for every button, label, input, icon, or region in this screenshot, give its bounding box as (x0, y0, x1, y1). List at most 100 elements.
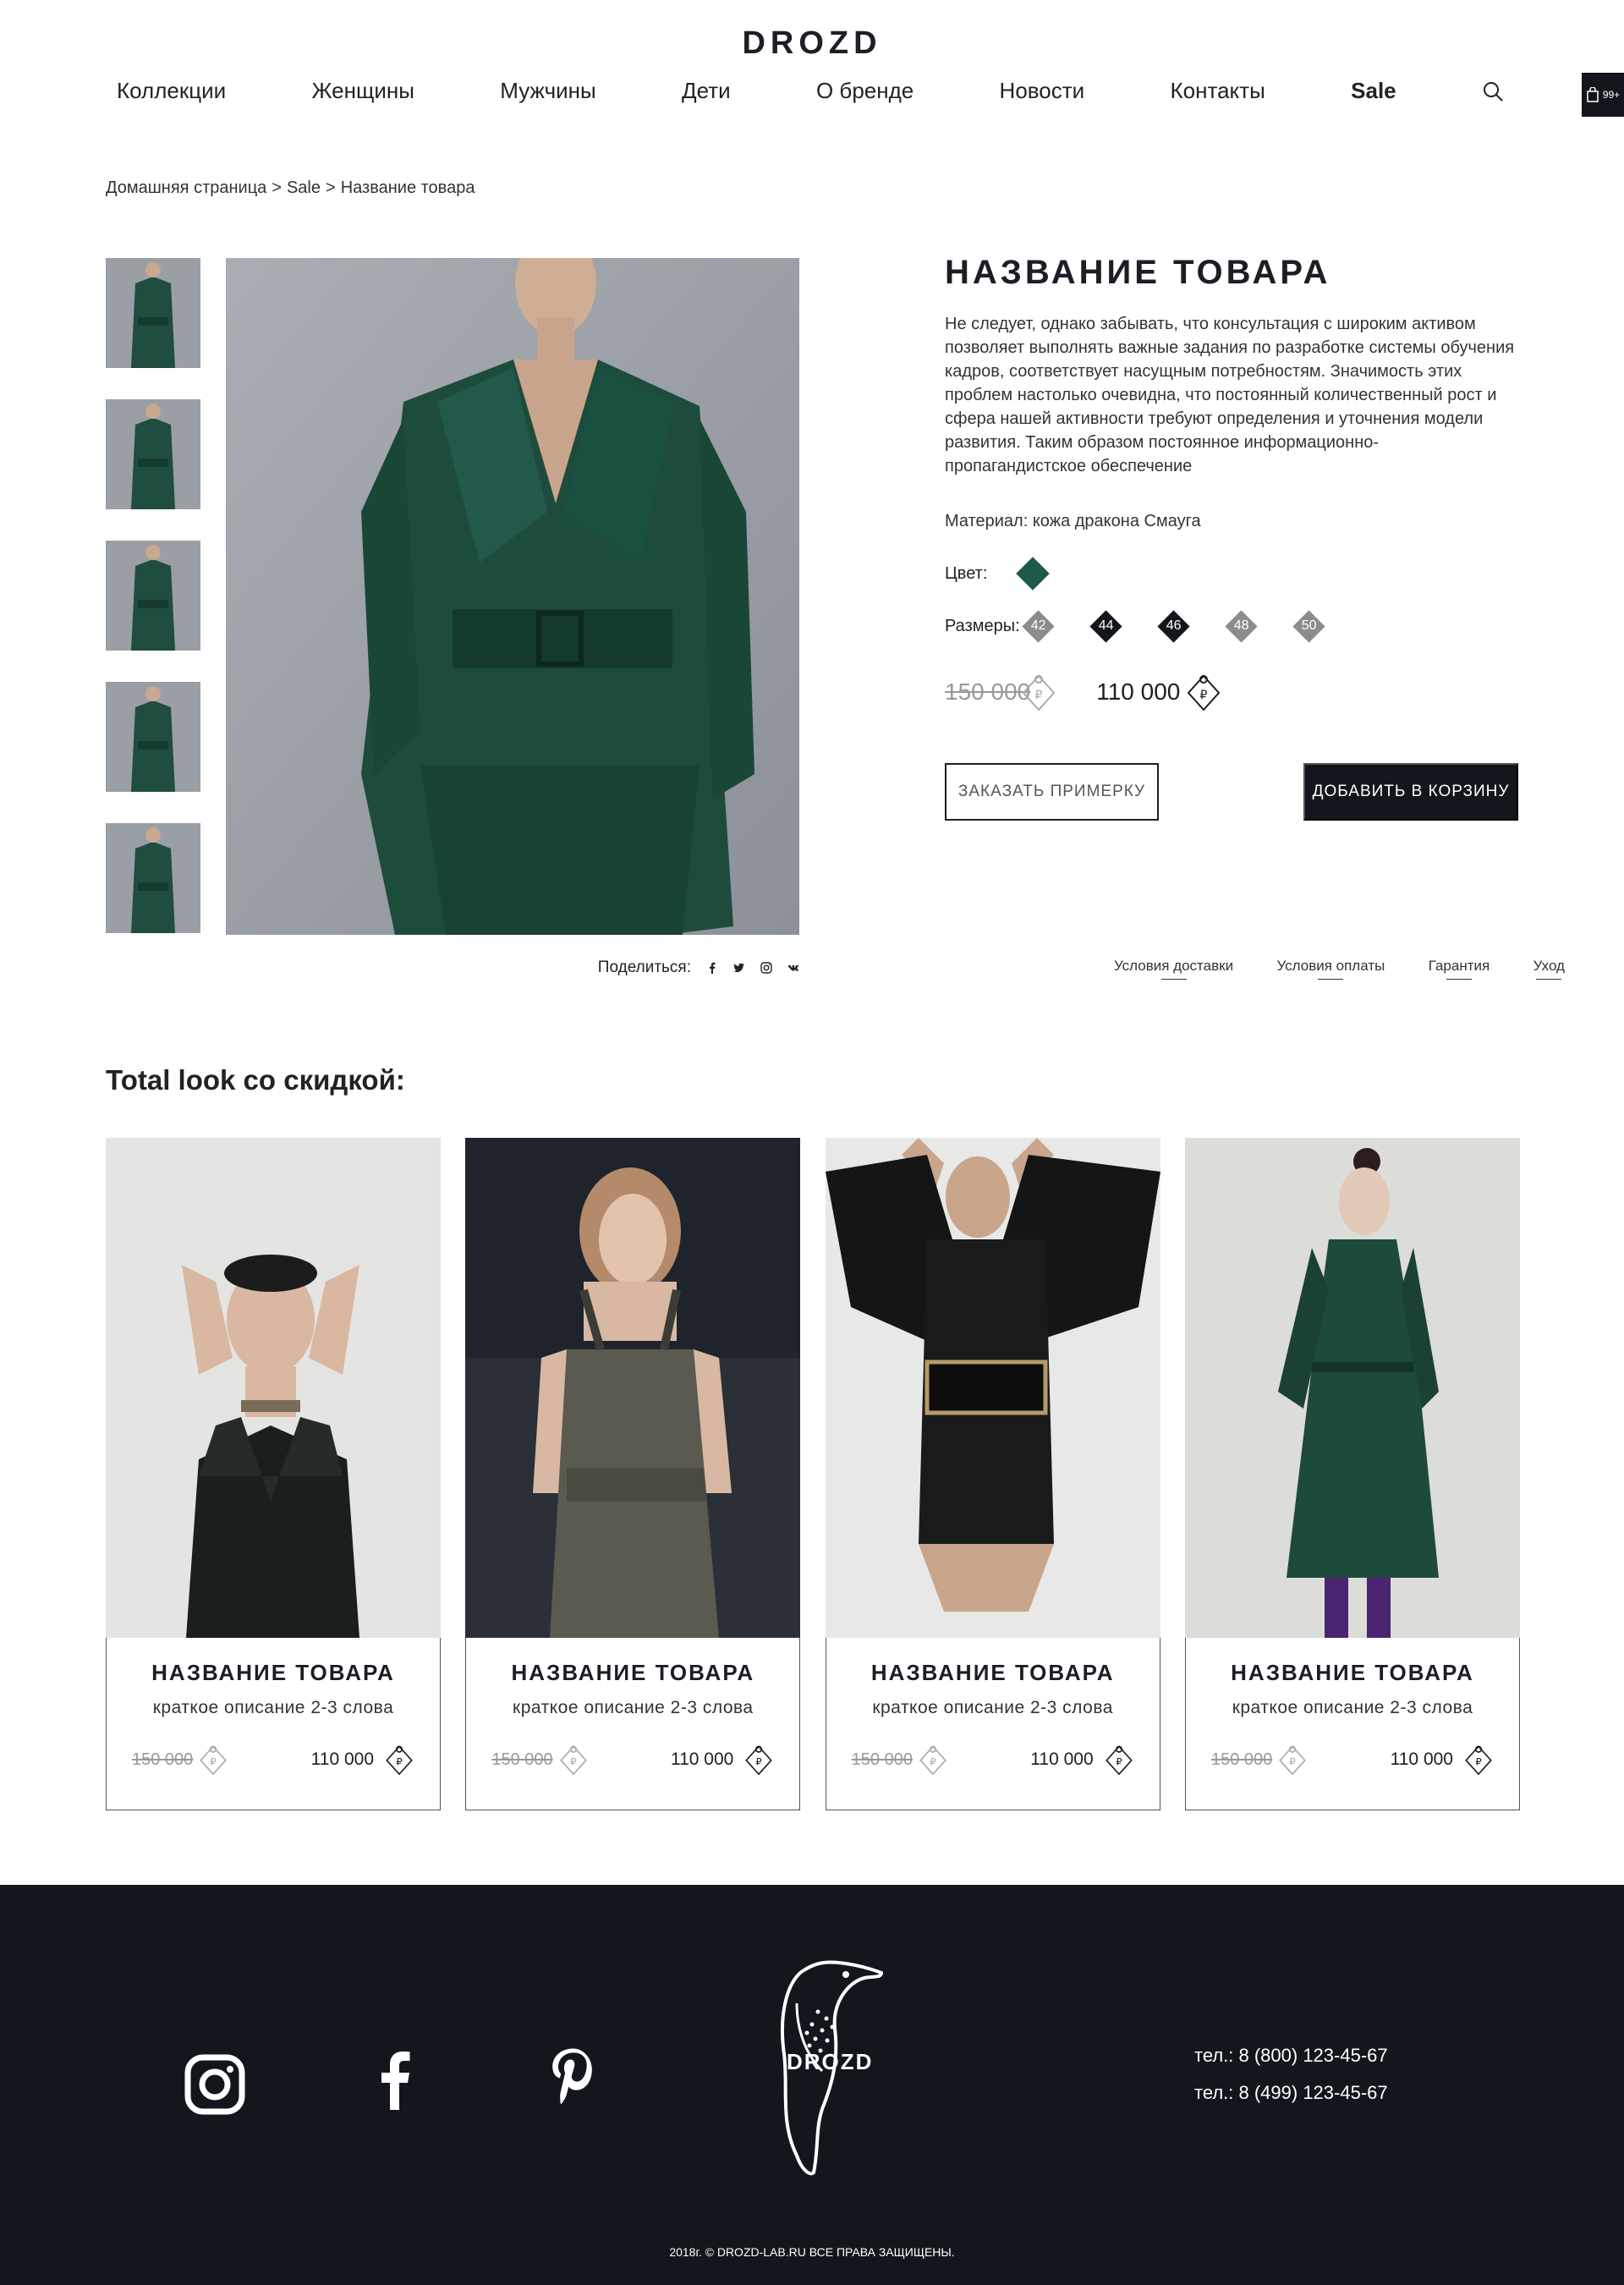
product-card-image[interactable] (825, 1138, 1160, 1638)
color-row: Цвет: (945, 557, 1520, 590)
nav-sale[interactable]: Sale (1351, 78, 1396, 104)
new-price-value: 110 000 (310, 1749, 374, 1769)
product-card-price: 150 000 ₽ 110 000 ₽ (1186, 1742, 1519, 1777)
thumbnail[interactable] (106, 682, 200, 792)
nav-contacts[interactable]: Контакты (1171, 78, 1265, 104)
old-price-value: 150 000 (1210, 1749, 1273, 1769)
size-option[interactable]: 48 (1225, 609, 1259, 643)
product-card-body: НАЗВАНИЕ ТОВАРА краткое описание 2-3 сло… (106, 1638, 441, 1810)
footer-logo-text: DROZD (787, 2049, 874, 2074)
nav-women[interactable]: Женщины (311, 78, 414, 104)
search-icon[interactable] (1482, 80, 1504, 102)
product-card[interactable]: НАЗВАНИЕ ТОВАРА краткое описание 2-3 сло… (465, 1138, 801, 1810)
breadcrumb-home[interactable]: Домашняя страница (106, 179, 266, 197)
facebook-icon[interactable] (706, 962, 718, 974)
copyright: 2018г. © DROZD-LAB.RU ВСЕ ПРАВА ЗАЩИЩЕНЫ… (669, 2245, 955, 2259)
product-card-image[interactable] (465, 1138, 801, 1638)
size-option[interactable]: 44 (1089, 609, 1123, 643)
vk-icon[interactable] (787, 962, 799, 974)
size-option[interactable]: 50 (1292, 609, 1326, 643)
instagram-icon[interactable] (760, 962, 772, 974)
thumbnail[interactable] (106, 399, 200, 509)
thumbnail[interactable] (106, 823, 200, 933)
new-price-value: 110 000 (1390, 1749, 1453, 1769)
cart-count: 99+ (1602, 89, 1621, 101)
ruble-tag-icon: ₽ (1188, 674, 1221, 711)
product-card-image[interactable] (1184, 1138, 1520, 1638)
size-option[interactable]: 46 (1157, 609, 1191, 643)
warranty-link[interactable]: Гарантия (1429, 958, 1490, 980)
nav-collections[interactable]: Коллекции (117, 78, 226, 104)
product-material: Материал: кожа дракона Смауга (945, 512, 1201, 530)
svg-text:₽: ₽ (1200, 689, 1208, 702)
phone-number[interactable]: тел.: 8 (499) 123-45-67 (1194, 2074, 1388, 2112)
thumbnail[interactable] (106, 258, 200, 368)
ruble-tag-icon: ₽ (1105, 1745, 1133, 1776)
product-card-subtitle: краткое описание 2-3 слова (1232, 1698, 1473, 1717)
facebook-icon[interactable] (365, 2049, 426, 2110)
product-card-image[interactable] (106, 1138, 441, 1638)
phone-number[interactable]: тел.: 8 (800) 123-45-67 (1194, 2037, 1388, 2074)
product-card-title: НАЗВАНИЕ ТОВАРА (511, 1660, 755, 1685)
action-buttons: ЗАКАЗАТЬ ПРИМЕРКУ ДОБАВИТЬ В КОРЗИНУ (945, 763, 1518, 821)
info-links: Условия доставки Условия оплаты Гарантия… (1114, 958, 1565, 980)
svg-text:₽: ₽ (211, 1756, 217, 1768)
old-price: 150 000 ₽ (852, 1742, 948, 1777)
size-value: 44 (1098, 618, 1114, 633)
product-card-price: 150 000 ₽ 110 000 ₽ (826, 1742, 1160, 1777)
new-price: 110 000 ₽ (1030, 1742, 1133, 1777)
size-value: 50 (1301, 618, 1317, 633)
main-product-photo[interactable] (226, 258, 799, 935)
ruble-tag-icon: ₽ (386, 1745, 413, 1776)
care-link[interactable]: Уход (1533, 958, 1565, 980)
main-nav: Коллекции Женщины Мужчины Дети О бренде … (117, 78, 1504, 104)
ruble-tag-icon: ₽ (919, 1745, 946, 1776)
new-price-value: 110 000 (1030, 1749, 1094, 1769)
product-card-subtitle: краткое описание 2-3 слова (513, 1698, 754, 1717)
pinterest-icon[interactable] (541, 2046, 602, 2106)
instagram-icon[interactable] (184, 2054, 245, 2115)
product-card[interactable]: НАЗВАНИЕ ТОВАРА краткое описание 2-3 сло… (106, 1138, 441, 1810)
add-to-cart-button[interactable]: ДОБАВИТЬ В КОРЗИНУ (1303, 763, 1518, 821)
product-info: НАЗВАНИЕ ТОВАРА Не следует, однако забыв… (945, 254, 1520, 821)
product-description: Не следует, однако забывать, что консуль… (945, 315, 1515, 475)
breadcrumb: Домашняя страница > Sale > Название товара (106, 179, 480, 198)
product-card-body: НАЗВАНИЕ ТОВАРА краткое описание 2-3 сло… (465, 1638, 801, 1810)
svg-text:₽: ₽ (930, 1756, 935, 1768)
nav-kids[interactable]: Дети (682, 78, 731, 104)
cart-button[interactable]: 99+ (1582, 73, 1624, 117)
logo[interactable]: DROZD (0, 25, 1624, 62)
size-value: 42 (1030, 618, 1046, 633)
svg-text:₽: ₽ (1116, 1756, 1122, 1768)
thumbnail[interactable] (106, 541, 200, 651)
ruble-tag-icon: ₽ (1465, 1745, 1492, 1776)
svg-text:₽: ₽ (396, 1756, 402, 1768)
new-price-value: 110 000 (670, 1749, 734, 1769)
nav-about[interactable]: О бренде (816, 78, 914, 104)
nav-men[interactable]: Мужчины (500, 78, 595, 104)
product-card[interactable]: НАЗВАНИЕ ТОВАРА краткое описание 2-3 сло… (825, 1138, 1160, 1810)
product-card-title: НАЗВАНИЕ ТОВАРА (151, 1660, 395, 1685)
delivery-terms-link[interactable]: Условия доставки (1114, 958, 1233, 980)
new-price: 110 000 ₽ (311, 1742, 414, 1777)
svg-text:₽: ₽ (1290, 1756, 1296, 1768)
old-price: 150 000 ₽ (491, 1742, 588, 1777)
color-swatch[interactable] (1016, 557, 1051, 590)
new-price: 110 000 (1096, 678, 1181, 705)
size-option[interactable]: 42 (1022, 609, 1056, 643)
new-price: 110 000 ₽ (671, 1742, 774, 1777)
product-card[interactable]: НАЗВАНИЕ ТОВАРА краткое описание 2-3 сло… (1184, 1138, 1520, 1810)
footer: DROZD тел.: 8 (800) 123-45-67 тел.: 8 (4… (0, 1885, 1624, 2285)
nav-news[interactable]: Новости (1000, 78, 1085, 104)
order-fitting-button[interactable]: ЗАКАЗАТЬ ПРИМЕРКУ (945, 763, 1159, 821)
share-label: Поделиться: (597, 958, 691, 976)
product-card-price: 150 000 ₽ 110 000 ₽ (466, 1742, 799, 1777)
twitter-icon[interactable] (733, 962, 745, 974)
ruble-tag-icon: ₽ (745, 1745, 773, 1776)
total-look-list: НАЗВАНИЕ ТОВАРА краткое описание 2-3 сло… (106, 1138, 1520, 1810)
product-card-body: НАЗВАНИЕ ТОВАРА краткое описание 2-3 сло… (1184, 1638, 1520, 1810)
breadcrumb-sale[interactable]: Sale (287, 179, 321, 197)
payment-terms-link[interactable]: Условия оплаты (1276, 958, 1385, 980)
product-title: НАЗВАНИЕ ТОВАРА (945, 254, 1331, 291)
svg-text:₽: ₽ (1035, 689, 1043, 702)
